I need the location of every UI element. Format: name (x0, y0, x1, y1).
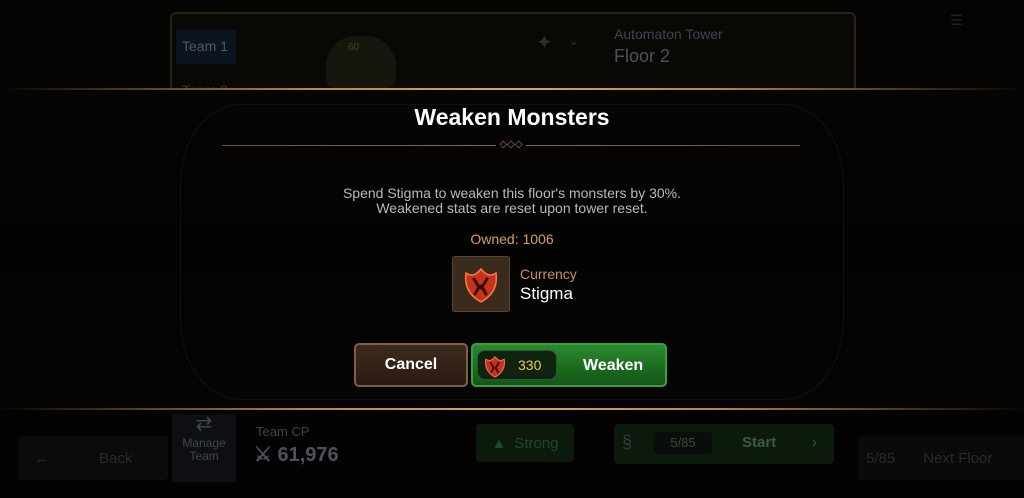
weaken-button[interactable]: 330 Weaken (471, 343, 667, 387)
back-label: Back (99, 449, 133, 467)
item-type: Currency (520, 266, 577, 282)
chevron-down-icon[interactable]: ⌄ (568, 32, 580, 49)
top-right-menu-icon[interactable]: ☰ (950, 12, 1010, 34)
team-cp-number: 61,976 (277, 444, 339, 466)
team-cp-label: Team CP (256, 424, 310, 439)
manage-team-button[interactable]: ⇄ Manage Team (172, 414, 236, 482)
dialog-description: Spend Stigma to weaken this floor's mons… (0, 186, 1024, 216)
chevron-right-icon: › (812, 434, 817, 451)
manage-team-label: Manage Team (182, 436, 226, 463)
description-line-2: Weakened stats are reset upon tower rese… (376, 200, 648, 216)
tower-floor: Floor 2 (614, 46, 671, 66)
weaken-cost: 330 (477, 350, 557, 380)
divider-ornament-icon: ◇◇◇ (496, 139, 526, 151)
tower-name: Automaton Tower (614, 26, 723, 42)
team-cp-value: ⚔ 61,976 (254, 442, 339, 467)
back-button[interactable]: ← Back (18, 436, 168, 480)
weaken-cost-value: 330 (518, 357, 542, 373)
cancel-button[interactable]: Cancel (354, 343, 468, 387)
start-stamina-count: 5/85 (654, 432, 712, 454)
arrow-left-icon: ← (34, 449, 49, 467)
start-label: Start (742, 434, 777, 451)
stigma-icon (464, 267, 498, 303)
owned-count: Owned: 1006 (470, 231, 554, 247)
cancel-label: Cancel (384, 356, 438, 373)
description-line-1: Spend Stigma to weaken this floor's mons… (342, 185, 682, 201)
next-floor-count: 5/85 (866, 449, 896, 467)
wing-icon[interactable]: ✦ (536, 30, 553, 55)
crossed-swords-icon: ⚔ (254, 444, 272, 466)
hero-portrait (326, 36, 396, 88)
weaken-label: Weaken (583, 357, 644, 374)
strong-badge: ▲ Strong (476, 424, 574, 462)
arrow-up-icon: ▲ (491, 434, 507, 452)
item-name: Stigma (520, 284, 573, 303)
stamina-icon: § (622, 432, 633, 452)
swap-icon: ⇄ (195, 413, 213, 435)
hero-level: 60 (348, 42, 360, 53)
stigma-icon (485, 355, 505, 378)
stigma-item-slot[interactable] (452, 256, 510, 312)
start-button[interactable]: § 5/85 Start › (614, 424, 834, 464)
strong-label: Strong (514, 434, 559, 452)
next-floor-button[interactable]: 5/85 Next Floor (858, 436, 1024, 480)
dialog-title: Weaken Monsters (414, 104, 610, 130)
next-floor-label: Next Floor (923, 449, 993, 467)
tab-team-1[interactable]: Team 1 (176, 30, 236, 64)
